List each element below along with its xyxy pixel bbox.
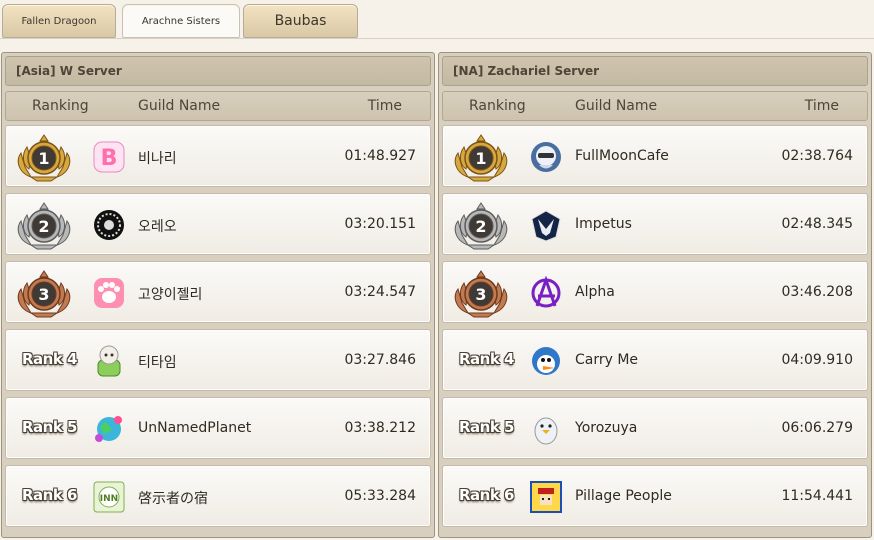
clear-time: 03:27.846 <box>344 352 416 368</box>
time-header: Time <box>367 98 402 114</box>
phoenix-emblem-icon <box>531 210 561 242</box>
rank-label: Rank 4 <box>22 350 78 368</box>
rank-medal-gold-icon: 1 <box>454 134 508 182</box>
medal-number: 3 <box>38 285 49 304</box>
svg-text:B: B <box>101 146 118 171</box>
rank-label: Rank 6 <box>459 486 515 504</box>
planet-emblem-icon <box>95 416 122 442</box>
guild-name: 오레오 <box>138 219 177 235</box>
pixel-face-emblem-icon <box>530 481 562 513</box>
server-title: [Asia] W Server <box>5 56 431 86</box>
tab-baubas[interactable]: Baubas <box>243 4 358 38</box>
rank-label: Rank 4 <box>459 350 515 368</box>
na-server-panel: [NA] Zachariel Server Ranking Guild Name… <box>438 52 872 538</box>
server-title: [NA] Zachariel Server <box>442 56 868 86</box>
server-name: [Asia] W Server <box>16 64 122 78</box>
svg-text:INN: INN <box>100 494 118 504</box>
guild-name: 啓示者の宿 <box>138 491 208 507</box>
medal-number: 1 <box>38 149 49 168</box>
guild-name: 비나리 <box>138 151 177 167</box>
clear-time: 06:06.279 <box>781 420 853 436</box>
clear-time: 03:24.547 <box>344 284 416 300</box>
tab-divider <box>0 38 874 39</box>
guild-name-header: Guild Name <box>575 98 658 114</box>
clear-time: 03:38.212 <box>344 420 416 436</box>
guild-row[interactable]: 1 FullMoonCafe 02:38.764 <box>442 125 868 187</box>
clear-time: 11:54.441 <box>781 488 853 504</box>
guild-row[interactable]: 2 오레오 03:20.151 <box>5 193 431 255</box>
guild-row[interactable]: 1 B 비나리 01:48.927 <box>5 125 431 187</box>
guild-row[interactable]: Rank 4 Carry Me 04:09.910 <box>442 329 868 391</box>
penguin-emblem-icon <box>534 417 558 445</box>
server-name: [NA] Zachariel Server <box>453 64 600 78</box>
guild-row[interactable]: Rank 6 INN 啓示者の宿 05:33.284 <box>5 465 431 527</box>
letter-b-emblem-icon: B <box>93 141 125 173</box>
guild-name: Pillage People <box>575 488 672 504</box>
guild-row[interactable]: Rank 5 Yorozuya 06:06.279 <box>442 397 868 459</box>
ranking-header: Ranking <box>469 98 526 114</box>
rank-label: Rank 5 <box>459 418 515 436</box>
rank-medal-silver-icon: 2 <box>17 202 71 250</box>
asia-server-panel: [Asia] W Server Ranking Guild Name Time … <box>1 52 435 538</box>
guild-row[interactable]: Rank 6 Pillage People 11:54.441 <box>442 465 868 527</box>
medal-number: 3 <box>475 285 486 304</box>
medal-number: 2 <box>38 217 49 236</box>
guild-name: Alpha <box>575 284 615 300</box>
rank-medal-bronze-icon: 3 <box>454 270 508 318</box>
bird-emblem-icon <box>532 347 560 375</box>
tab-bar: Fallen Dragoon Arachne Sisters Baubas <box>0 0 874 44</box>
guild-name: Impetus <box>575 216 632 232</box>
paw-emblem-icon <box>94 278 124 308</box>
medal-number: 1 <box>475 149 486 168</box>
tab-label: Arachne Sisters <box>141 15 221 27</box>
guild-name: Carry Me <box>575 352 639 368</box>
column-header: Ranking Guild Name Time <box>5 91 431 121</box>
guild-name: 티타임 <box>138 355 177 371</box>
tab-label: Baubas <box>274 13 327 29</box>
guild-row[interactable]: 3 고양이젤리 03:24.547 <box>5 261 431 323</box>
clear-time: 04:09.910 <box>781 352 853 368</box>
clear-time: 05:33.284 <box>344 488 416 504</box>
rank-label: Rank 5 <box>22 418 78 436</box>
guild-name: Yorozuya <box>575 420 638 436</box>
ranking-header: Ranking <box>32 98 89 114</box>
rank-label: Rank 6 <box>22 486 78 504</box>
guild-name: FullMoonCafe <box>575 148 669 164</box>
clear-time: 02:38.764 <box>781 148 853 164</box>
clear-time: 03:20.151 <box>344 216 416 232</box>
guild-row[interactable]: Rank 4 티타임 03:27.846 <box>5 329 431 391</box>
guild-name: 고양이젤리 <box>138 287 203 303</box>
inn-emblem-icon: INN <box>93 481 125 513</box>
guild-row[interactable]: 2 Impetus 02:48.345 <box>442 193 868 255</box>
tab-arachne-sisters[interactable]: Arachne Sisters <box>122 4 240 38</box>
time-header: Time <box>804 98 839 114</box>
cafe-emblem-icon <box>531 142 561 172</box>
clear-time: 01:48.927 <box>344 148 416 164</box>
rank-medal-gold-icon: 1 <box>17 134 71 182</box>
column-header: Ranking Guild Name Time <box>442 91 868 121</box>
guild-name-header: Guild Name <box>138 98 221 114</box>
tab-label: Fallen Dragoon <box>21 15 97 27</box>
tab-fallen-dragoon[interactable]: Fallen Dragoon <box>2 4 116 38</box>
sheep-cup-emblem-icon <box>97 345 121 377</box>
guild-row[interactable]: 3 Alpha 03:46.208 <box>442 261 868 323</box>
rank-medal-bronze-icon: 3 <box>17 270 71 318</box>
clear-time: 02:48.345 <box>781 216 853 232</box>
clear-time: 03:46.208 <box>781 284 853 300</box>
rank-medal-silver-icon: 2 <box>454 202 508 250</box>
medal-number: 2 <box>475 217 486 236</box>
anarchy-emblem-icon <box>531 276 561 308</box>
guild-row[interactable]: Rank 5 UnNamedPlanet 03:38.212 <box>5 397 431 459</box>
guild-name: UnNamedPlanet <box>138 420 252 436</box>
lace-circle-emblem-icon <box>94 210 124 240</box>
